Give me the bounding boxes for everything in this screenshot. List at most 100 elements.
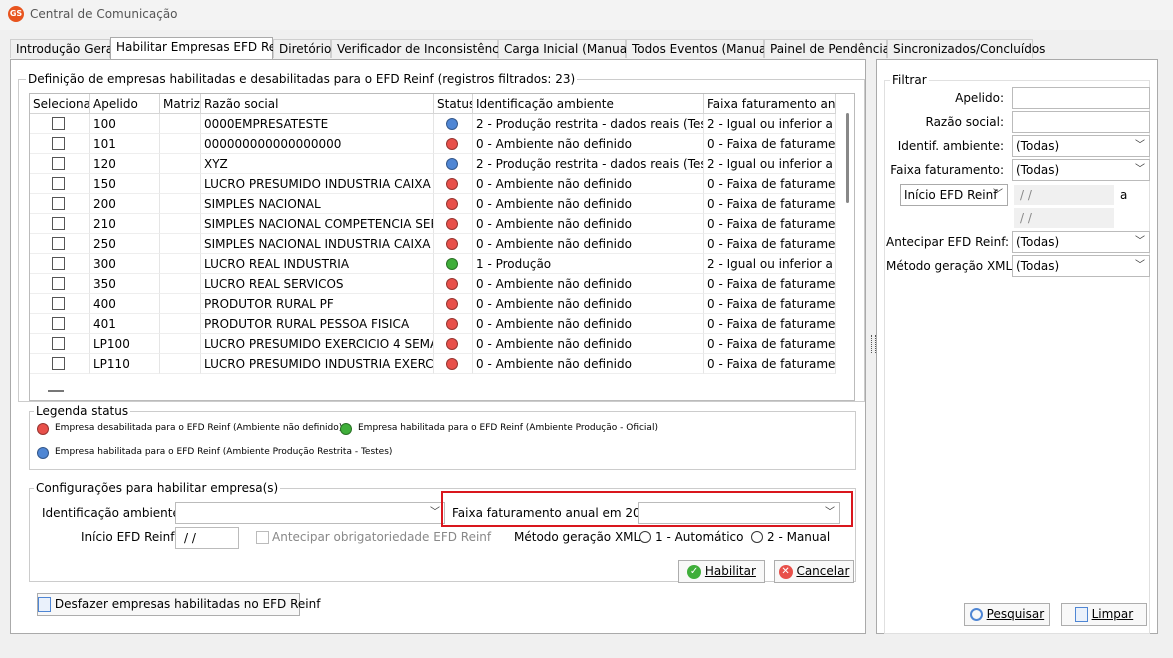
col-faixa-faturamento[interactable]: Faixa faturamento anual [704, 94, 836, 114]
faixa-faturamento-label: Faixa faturamento anual em 2016: [452, 506, 661, 520]
select-checkbox[interactable] [52, 277, 65, 290]
tab-sincronizados[interactable]: Sincronizados/Concluídos [887, 39, 1045, 58]
status-cell [434, 254, 473, 274]
status-cell [434, 194, 473, 214]
cancelar-button[interactable]: ✕ Cancelar [774, 560, 854, 583]
col-selecionar[interactable]: Selecionar [30, 94, 90, 114]
filter-faixa-select[interactable]: (Todas) ﹀ [1012, 159, 1150, 181]
status-cell [434, 154, 473, 174]
radio-manual[interactable] [751, 531, 763, 543]
inicio-efd-input[interactable]: / / [175, 527, 239, 549]
cell-razao: SIMPLES NACIONAL [201, 194, 434, 214]
cell-ambiente: 0 - Ambiente não definido [473, 174, 704, 194]
cell-ambiente: 2 - Produção restrita - dados reais (Tes… [473, 154, 704, 174]
select-checkbox[interactable] [52, 197, 65, 210]
tab-habilitar-empresas[interactable]: Habilitar Empresas EFD Reinf [110, 37, 291, 59]
select-checkbox[interactable] [52, 157, 65, 170]
status-cell [434, 174, 473, 194]
document-icon [38, 597, 51, 612]
legend-blue-dot [37, 447, 49, 459]
cell-apelido: 400 [90, 294, 160, 314]
cell-apelido: LP110 [90, 354, 160, 374]
filter-metodo-select[interactable]: (Todas) ﹀ [1012, 255, 1150, 277]
config-group-label: Configurações para habilitar empresa(s) [34, 481, 281, 495]
tab-introducao[interactable]: Introdução Geral [10, 39, 117, 58]
filter-metodo-label: Método geração XML: [886, 259, 1017, 273]
tab-verificador[interactable]: Verificador de Inconsistências [331, 39, 516, 58]
cell-razao: XYZ [201, 154, 434, 174]
col-identificacao-ambiente[interactable]: Identificação ambiente [473, 94, 704, 114]
select-checkbox[interactable] [52, 217, 65, 230]
tab-carga-inicial[interactable]: Carga Inicial (Manual) [498, 39, 635, 58]
select-checkbox[interactable] [52, 137, 65, 150]
select-cell [30, 134, 90, 154]
select-cell [30, 234, 90, 254]
cell-apelido: 120 [90, 154, 160, 174]
cancelar-label: Cancelar [796, 564, 850, 578]
status-dot [446, 278, 458, 290]
col-razao-social[interactable]: Razão social [201, 94, 434, 114]
cell-faixa: 0 - Faixa de faturamento [704, 234, 836, 254]
radio-automatico[interactable] [639, 531, 651, 543]
select-cell [30, 214, 90, 234]
select-checkbox[interactable] [52, 337, 65, 350]
legend-blue-text: Empresa habilitada para o EFD Reinf (Amb… [55, 447, 393, 457]
select-checkbox[interactable] [52, 117, 65, 130]
cell-matriz [160, 194, 201, 214]
cell-faixa: 0 - Faixa de faturamento [704, 354, 836, 374]
cell-matriz [160, 134, 201, 154]
cell-faixa: 2 - Igual ou inferior a 78 m [704, 254, 836, 274]
habilitar-button[interactable]: ✓ Habilitar [678, 560, 765, 583]
cell-apelido: LP100 [90, 334, 160, 354]
pesquisar-button[interactable]: Pesquisar [964, 603, 1050, 626]
select-cell [30, 254, 90, 274]
select-checkbox[interactable] [52, 317, 65, 330]
cell-ambiente: 0 - Ambiente não definido [473, 334, 704, 354]
cell-ambiente: 0 - Ambiente não definido [473, 214, 704, 234]
select-checkbox[interactable] [52, 177, 65, 190]
filter-antecipar-value: (Todas) [1016, 235, 1060, 249]
legend-green-dot [340, 423, 352, 435]
habilitar-label: Habilitar [704, 564, 756, 578]
grid-scrollbar-thumb[interactable] [846, 113, 849, 203]
desfazer-button[interactable]: Desfazer empresas habilitadas no EFD Rei… [37, 593, 320, 616]
select-cell [30, 314, 90, 334]
filter-inicio-select[interactable]: Início EFD Reinf ﹀ [900, 184, 1008, 206]
select-checkbox[interactable] [52, 297, 65, 310]
cell-matriz [160, 274, 201, 294]
cell-apelido: 100 [90, 114, 160, 134]
select-checkbox[interactable] [52, 357, 65, 370]
limpar-button[interactable]: Limpar [1061, 603, 1147, 626]
faixa-faturamento-select[interactable]: ﹀ [638, 502, 840, 524]
chevron-down-icon: ﹀ [825, 507, 835, 518]
col-status[interactable]: Status [434, 94, 473, 114]
filter-ident-select[interactable]: (Todas) ﹀ [1012, 135, 1150, 157]
cell-ambiente: 2 - Produção restrita - dados reais (Tes… [473, 114, 704, 134]
chevron-down-icon: ﹀ [1135, 260, 1145, 271]
grid-scrollbar[interactable] [843, 113, 853, 383]
col-apelido[interactable]: Apelido [90, 94, 160, 114]
select-checkbox[interactable] [52, 257, 65, 270]
select-cell [30, 274, 90, 294]
companies-grid[interactable]: Selecionar Apelido Matriz Razão social S… [29, 93, 855, 401]
select-checkbox[interactable] [52, 237, 65, 250]
cell-razao: LUCRO PRESUMIDO INDUSTRIA EXERCICIO [201, 354, 434, 374]
antecipar-checkbox[interactable] [256, 531, 269, 544]
ident-ambiente-select[interactable]: ﹀ [175, 502, 445, 524]
cell-razao: LUCRO PRESUMIDO EXERCICIO 4 SEMANA [201, 334, 434, 354]
col-matriz[interactable]: Matriz [160, 94, 201, 114]
tab-todos-eventos[interactable]: Todos Eventos (Manual) [626, 39, 774, 58]
status-dot [446, 318, 458, 330]
legend-group [29, 411, 856, 470]
filter-antecipar-select[interactable]: (Todas) ﹀ [1012, 231, 1150, 253]
tab-diretorio[interactable]: Diretório [273, 39, 331, 58]
filter-faixa-label: Faixa faturamento: [890, 163, 1004, 177]
title-bar: GS Central de Comunicação [0, 0, 1173, 30]
cell-razao: LUCRO PRESUMIDO INDUSTRIA CAIXA [201, 174, 434, 194]
filter-date-to[interactable]: / / [1014, 208, 1114, 228]
tab-painel-pendencias[interactable]: Painel de Pendências [764, 39, 896, 58]
filter-date-from[interactable]: / / [1014, 185, 1114, 205]
filter-razao-input[interactable] [1012, 111, 1150, 133]
filter-apelido-input[interactable] [1012, 87, 1150, 109]
cell-faixa: 0 - Faixa de faturamento [704, 314, 836, 334]
